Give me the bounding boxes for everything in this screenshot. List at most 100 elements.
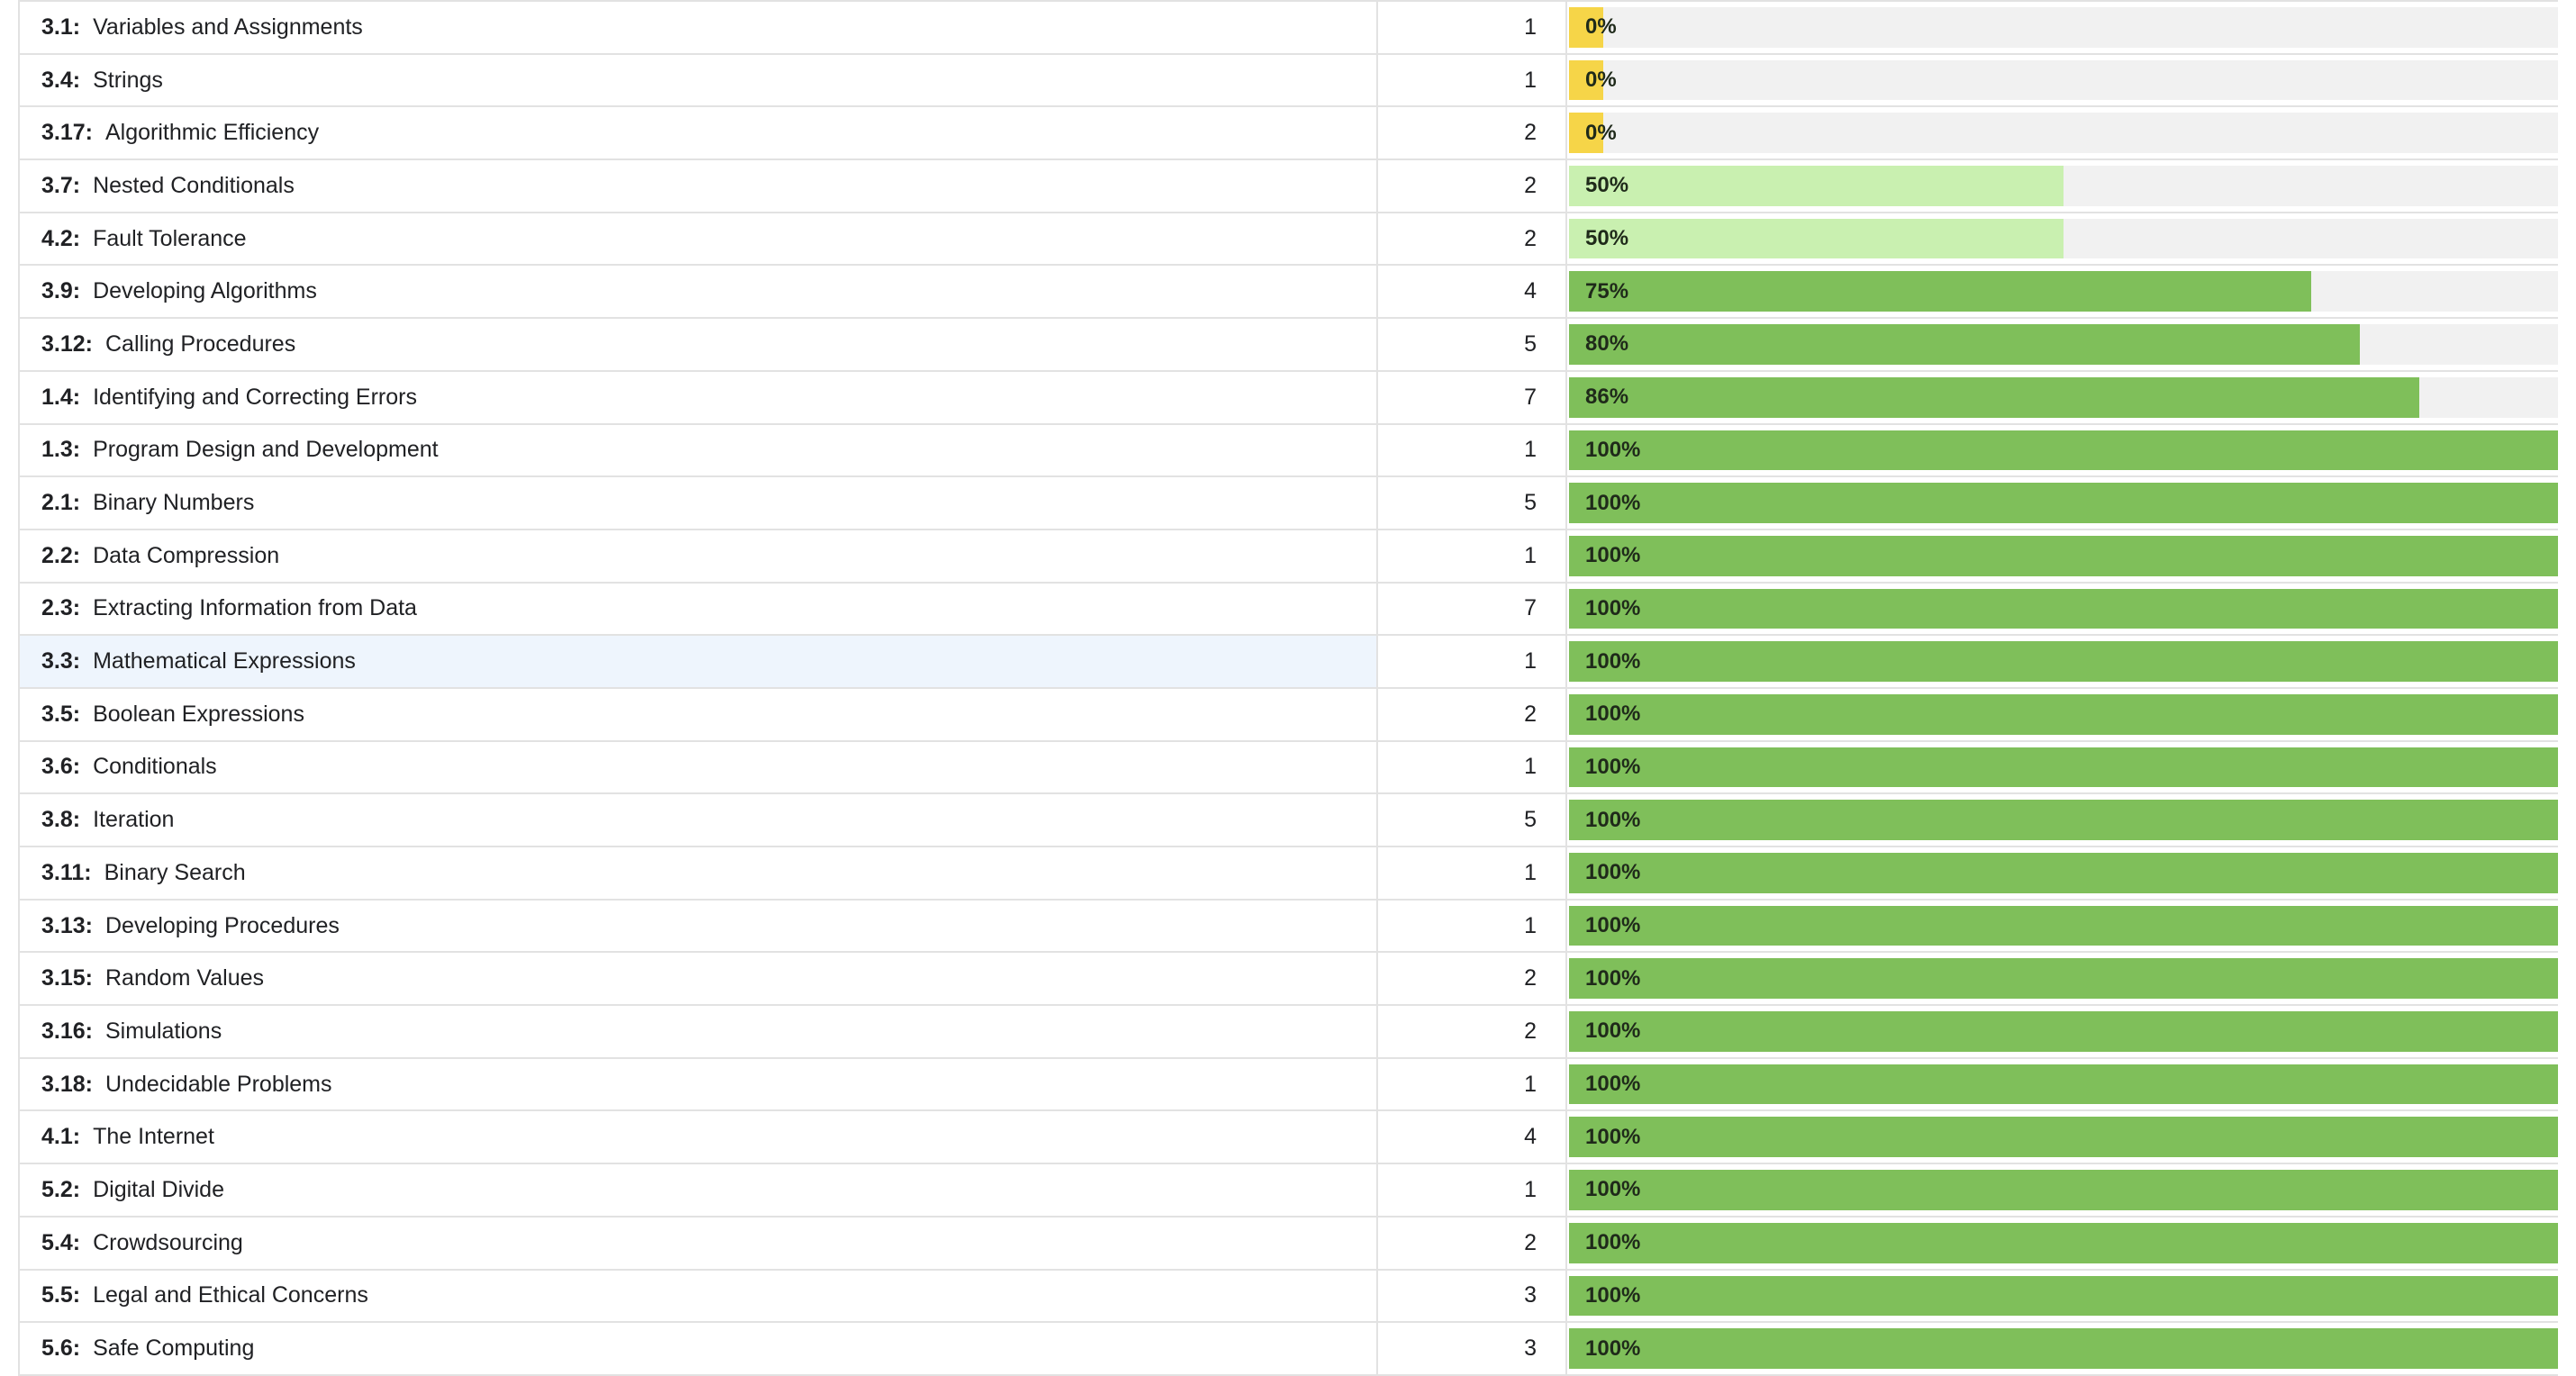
table-row[interactable]: 3.17: Algorithmic Efficiency 2 0% <box>18 107 2558 161</box>
table-row[interactable]: 3.16: Simulations 2 100% <box>18 1006 2558 1059</box>
score-bar-cell: 50% <box>1567 160 2558 212</box>
score-bar-cell: 100% <box>1567 901 2558 952</box>
topic-name: Undecidable Problems <box>104 1071 332 1097</box>
table-row[interactable]: 5.5: Legal and Ethical Concerns 3 100% <box>18 1270 2558 1324</box>
topic-code: 3.17: <box>41 120 93 146</box>
question-count: 2 <box>1378 213 1567 265</box>
score-percent-label: 100% <box>1585 1230 1641 1255</box>
table-row[interactable]: 2.3: Extracting Information from Data 7 100… <box>18 583 2558 637</box>
topic-code: 1.3: <box>41 437 81 463</box>
topic-code: 5.4: <box>41 1229 81 1255</box>
table-row[interactable]: 3.11: Binary Search 1 100% <box>18 847 2558 901</box>
topic-code: 3.12: <box>41 330 93 357</box>
topic-cell: 2.1: Binary Numbers <box>20 477 1378 529</box>
score-bar-track: 0% <box>1569 113 2558 154</box>
topic-cell: 2.2: Data Compression <box>20 530 1378 582</box>
score-percent-label: 80% <box>1585 331 1629 357</box>
score-bar-cell: 0% <box>1567 55 2558 106</box>
topic-name: Digital Divide <box>93 1176 224 1202</box>
score-bar-cell: 86% <box>1567 372 2558 423</box>
score-bar-fill <box>1569 693 2558 735</box>
score-bar-fill <box>1569 430 2558 471</box>
score-percent-label: 100% <box>1585 754 1641 779</box>
table-row[interactable]: 1.4: Identifying and Correcting Errors 7 86… <box>18 371 2558 425</box>
topic-name: Calling Procedures <box>104 330 296 357</box>
score-bar-track: 50% <box>1569 218 2558 259</box>
score-bar-fill <box>1569 853 2558 893</box>
topic-cell: 3.11: Binary Search <box>20 847 1378 899</box>
score-bar-cell: 100% <box>1567 636 2558 687</box>
question-count: 5 <box>1378 319 1567 370</box>
topic-name: Algorithmic Efficiency <box>104 120 320 146</box>
score-bar-cell: 100% <box>1567 689 2558 740</box>
score-bar-track: 86% <box>1569 376 2558 418</box>
table-row[interactable]: 3.7: Nested Conditionals 2 50% <box>18 160 2558 213</box>
table-row[interactable]: 3.8: Iteration 5 100% <box>18 794 2558 847</box>
score-bar-cell: 100% <box>1567 1059 2558 1110</box>
question-count: 1 <box>1378 1058 1567 1110</box>
topic-code: 3.15: <box>41 965 93 991</box>
topic-cell: 3.13: Developing Procedures <box>20 900 1378 952</box>
score-bar-fill <box>1569 1170 2558 1210</box>
question-count: 5 <box>1378 477 1567 529</box>
topic-name: Legal and Ethical Concerns <box>93 1282 368 1308</box>
table-row[interactable]: 1.3: Program Design and Development 1 100% <box>18 424 2558 478</box>
table-row[interactable]: 3.12: Calling Procedures 5 80% <box>18 319 2558 372</box>
topic-code: 3.8: <box>41 807 81 833</box>
question-count: 1 <box>1378 636 1567 687</box>
table-row[interactable]: 2.2: Data Compression 1 100% <box>18 530 2558 584</box>
table-row[interactable]: 3.18: Undecidable Problems 1 100% <box>18 1058 2558 1112</box>
score-bar-cell: 100% <box>1567 1164 2558 1216</box>
topic-code: 3.1: <box>41 14 81 40</box>
score-percent-label: 100% <box>1585 1335 1641 1361</box>
topic-cell: 2.3: Extracting Information from Data <box>20 583 1378 635</box>
topic-cell: 1.4: Identifying and Correcting Errors <box>20 371 1378 423</box>
topic-cell: 3.17: Algorithmic Efficiency <box>20 107 1378 159</box>
table-row[interactable]: 2.1: Binary Numbers 5 100% <box>18 477 2558 530</box>
score-bar-track: 100% <box>1569 430 2558 471</box>
table-row[interactable]: 4.1: The Internet 4 100% <box>18 1111 2558 1165</box>
topic-name: Developing Algorithms <box>93 278 317 304</box>
topic-code: 3.18: <box>41 1071 93 1097</box>
table-row[interactable]: 3.15: Random Values 2 100% <box>18 953 2558 1007</box>
score-percent-label: 100% <box>1585 702 1641 727</box>
table-row[interactable]: 3.4: Strings 1 0% <box>18 54 2558 108</box>
table-row[interactable]: 5.4: Crowdsourcing 2 100% <box>18 1217 2558 1271</box>
topic-name: Fault Tolerance <box>93 225 247 251</box>
table-row[interactable]: 3.5: Boolean Expressions 2 100% <box>18 688 2558 742</box>
score-bar-cell: 80% <box>1567 319 2558 370</box>
topic-cell: 3.9: Developing Algorithms <box>20 266 1378 318</box>
table-row[interactable]: 3.3: Mathematical Expressions 1 100% <box>18 636 2558 689</box>
table-row[interactable]: 5.6: Safe Computing 3 100% <box>18 1323 2558 1376</box>
score-bar-fill <box>1569 1064 2558 1105</box>
score-bar-track: 50% <box>1569 166 2558 206</box>
topic-name: Crowdsourcing <box>93 1229 243 1255</box>
score-bar-track: 100% <box>1569 588 2558 629</box>
topic-name: Binary Numbers <box>93 490 255 516</box>
topic-cell: 3.3: Mathematical Expressions <box>20 636 1378 687</box>
topic-name: Nested Conditionals <box>93 172 295 198</box>
topic-name: Simulations <box>104 1018 222 1044</box>
table-row[interactable]: 3.6: Conditionals 1 100% <box>18 741 2558 795</box>
score-bar-fill <box>1569 905 2558 946</box>
table-row[interactable]: 3.9: Developing Algorithms 4 75% <box>18 266 2558 320</box>
score-percent-label: 100% <box>1585 543 1641 568</box>
table-row[interactable]: 5.2: Digital Divide 1 100% <box>18 1164 2558 1218</box>
topic-cell: 5.5: Legal and Ethical Concerns <box>20 1270 1378 1322</box>
topic-name: Binary Search <box>104 859 246 885</box>
table-row[interactable]: 3.1: Variables and Assignments 1 0% <box>18 2 2558 55</box>
score-bar-cell: 100% <box>1567 477 2558 529</box>
score-bar-fill <box>1569 324 2361 365</box>
topic-name: Boolean Expressions <box>93 701 304 727</box>
score-bar-cell: 100% <box>1567 1111 2558 1163</box>
table-row[interactable]: 4.2: Fault Tolerance 2 50% <box>18 213 2558 267</box>
score-percent-label: 100% <box>1585 490 1641 515</box>
score-percent-label: 0% <box>1585 68 1617 93</box>
score-percent-label: 100% <box>1585 1018 1641 1044</box>
topic-name: Developing Procedures <box>104 912 340 938</box>
score-bar-fill <box>1569 166 2064 206</box>
question-count: 1 <box>1378 900 1567 952</box>
table-row[interactable]: 3.13: Developing Procedures 1 100% <box>18 900 2558 954</box>
topic-cell: 3.1: Variables and Assignments <box>20 2 1378 53</box>
topic-cell: 4.1: The Internet <box>20 1111 1378 1163</box>
